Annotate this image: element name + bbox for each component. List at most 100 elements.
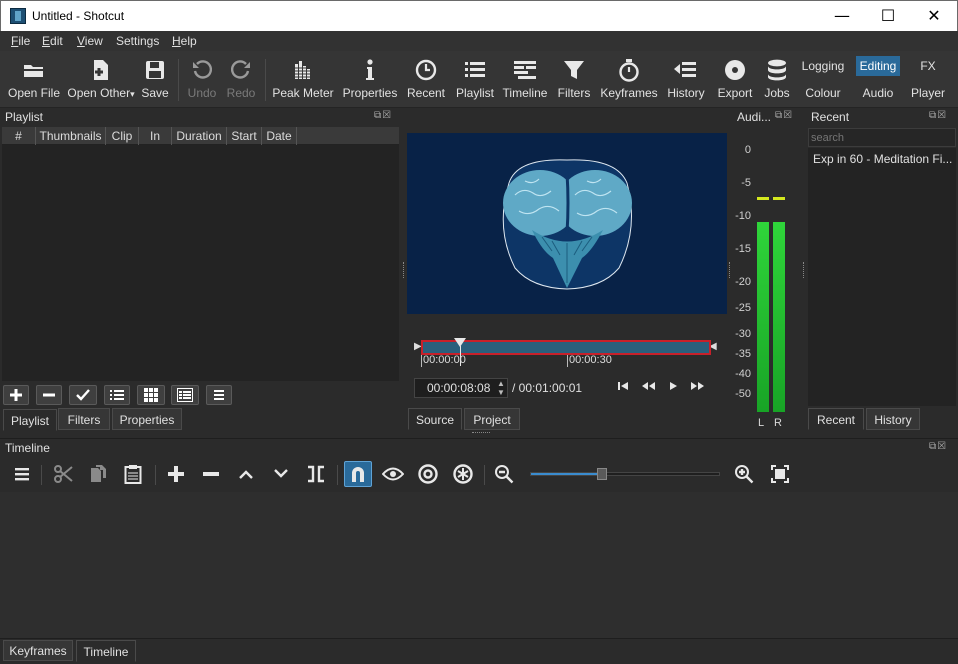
menu-view[interactable]: View [77, 34, 103, 48]
right-peak-indicator [773, 197, 785, 200]
export-button[interactable]: Export [714, 51, 756, 105]
float-icon[interactable]: ⧉ [929, 110, 937, 121]
jobs-button[interactable]: Jobs [760, 51, 794, 105]
playlist-add-button[interactable] [3, 385, 29, 405]
timeline-overwrite-button[interactable] [267, 461, 295, 487]
peak-meter-button[interactable]: Peak Meter [272, 51, 334, 105]
redo-button[interactable]: Redo [223, 51, 259, 105]
menu-settings[interactable]: Settings [116, 34, 159, 48]
stopwatch-icon [600, 57, 658, 83]
close-icon[interactable]: ☒ [937, 110, 947, 121]
current-time-field[interactable]: 00:00:08:08 ▲ ▼ [414, 378, 508, 398]
layout-player-button[interactable]: Player [906, 83, 950, 103]
recent-search-input[interactable] [808, 128, 956, 147]
playlist-dock-buttons[interactable]: ⧉☒ [374, 110, 392, 121]
zoom-out-button[interactable] [490, 461, 518, 487]
skip-previous-button[interactable] [616, 380, 630, 392]
rewind-button[interactable] [640, 380, 656, 392]
column-start[interactable]: Start [227, 127, 262, 145]
timeline-copy-button[interactable] [84, 461, 112, 487]
timeline-snap-button[interactable] [344, 461, 372, 487]
timeline-append-button[interactable] [162, 461, 190, 487]
layout-editing-button[interactable]: Editing [856, 56, 900, 76]
spinner-arrows-icon[interactable]: ▲ ▼ [497, 379, 505, 397]
layout-fx-button[interactable]: FX [912, 56, 944, 76]
zoom-slider-handle[interactable] [597, 468, 607, 480]
save-button[interactable]: Save [138, 51, 172, 105]
close-icon[interactable]: ☒ [937, 441, 947, 452]
menu-edit[interactable]: Edit [42, 34, 63, 48]
float-icon[interactable]: ⧉ [929, 441, 937, 452]
timeline-cut-button[interactable] [50, 461, 78, 487]
menu-help[interactable]: Help [172, 34, 197, 48]
menu-file[interactable]: File [11, 34, 30, 48]
tab-project[interactable]: Project [464, 408, 520, 430]
playlist-update-button[interactable] [69, 385, 97, 405]
tab-recent[interactable]: Recent [808, 408, 864, 430]
timeline-split-button[interactable] [302, 461, 330, 487]
timeline-tracks-area[interactable] [0, 492, 958, 638]
timeline-button[interactable]: Timeline [502, 51, 548, 105]
undo-button[interactable]: Undo [184, 51, 220, 105]
timeline-remove-button[interactable] [197, 461, 225, 487]
layout-colour-button[interactable]: Colour [800, 83, 846, 103]
timeline-paste-button[interactable] [119, 461, 147, 487]
splitter-handle[interactable] [403, 262, 406, 278]
timeline-dock-buttons[interactable]: ⧉☒ [929, 441, 947, 452]
column-duration[interactable]: Duration [172, 127, 227, 145]
splitter-handle[interactable] [472, 432, 490, 435]
zoom-slider[interactable] [530, 468, 720, 480]
tab-history[interactable]: History [866, 408, 920, 430]
properties-button[interactable]: Properties [340, 51, 400, 105]
timeline-menu-button[interactable] [8, 461, 36, 487]
open-file-button[interactable]: Open File [6, 51, 62, 105]
close-button[interactable]: ✕ [911, 1, 957, 31]
minus-icon [43, 393, 55, 397]
zoom-in-button[interactable] [730, 461, 758, 487]
tab-playlist[interactable]: Playlist [3, 409, 57, 431]
float-icon[interactable]: ⧉ [374, 110, 382, 121]
timeline-lift-button[interactable] [232, 461, 260, 487]
keyframes-button[interactable]: Keyframes [600, 51, 658, 105]
playlist-icons-view-button[interactable] [171, 385, 199, 405]
open-other-button[interactable]: Open Other▾ [66, 51, 136, 105]
recent-dock-buttons[interactable]: ⧉☒ [929, 110, 947, 121]
timeline-scrub-button[interactable] [379, 461, 407, 487]
playlist-table-body[interactable] [2, 145, 399, 381]
tab-properties[interactable]: Properties [112, 408, 182, 430]
column-number[interactable]: # [2, 127, 36, 145]
column-in[interactable]: In [139, 127, 172, 145]
recent-button[interactable]: Recent [404, 51, 448, 105]
column-date[interactable]: Date [262, 127, 297, 145]
maximize-button[interactable]: ☐ [865, 1, 911, 31]
filters-button[interactable]: Filters [554, 51, 594, 105]
tab-filters[interactable]: Filters [58, 408, 110, 430]
tab-keyframes[interactable]: Keyframes [3, 640, 73, 661]
layout-logging-button[interactable]: Logging [800, 56, 846, 76]
timeline-ripple-all-button[interactable] [449, 461, 477, 487]
history-button[interactable]: History [665, 51, 707, 105]
playlist-details-view-button[interactable] [104, 385, 130, 405]
tab-timeline[interactable]: Timeline [76, 640, 136, 662]
playlist-tiles-view-button[interactable] [137, 385, 165, 405]
playlist-button[interactable]: Playlist [453, 51, 497, 105]
zoom-fit-button[interactable] [766, 461, 794, 487]
audio-dock-buttons[interactable]: ⧉☒ [775, 110, 793, 121]
column-thumbnails[interactable]: Thumbnails [36, 127, 106, 145]
playlist-menu-button[interactable] [206, 385, 232, 405]
fast-forward-button[interactable] [690, 380, 706, 392]
play-button[interactable] [667, 380, 679, 392]
close-icon[interactable]: ☒ [382, 110, 392, 121]
tab-source[interactable]: Source [408, 408, 462, 430]
playlist-remove-button[interactable] [36, 385, 62, 405]
close-icon[interactable]: ☒ [783, 110, 793, 121]
float-icon[interactable]: ⧉ [775, 110, 783, 121]
list-item[interactable]: Exp in 60 - Meditation Fi... [808, 148, 956, 170]
video-preview[interactable] [407, 133, 727, 314]
minimize-button[interactable]: — [819, 1, 865, 31]
splitter-handle[interactable] [729, 262, 732, 278]
column-clip[interactable]: Clip [106, 127, 139, 145]
layout-audio-button[interactable]: Audio [856, 83, 900, 103]
rewind-icon [642, 382, 655, 390]
timeline-ripple-button[interactable] [414, 461, 442, 487]
